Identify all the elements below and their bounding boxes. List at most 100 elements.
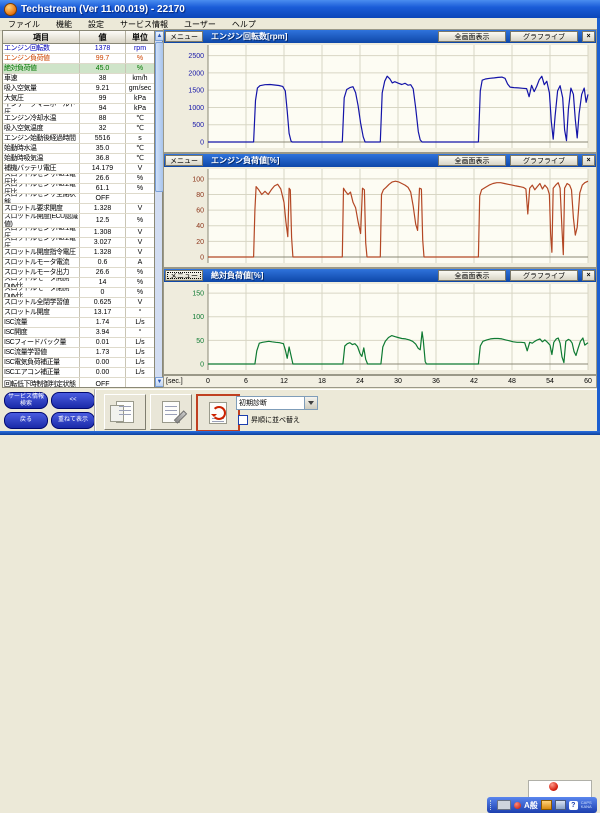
table-row[interactable]: 吸入空気温度32℃ [3, 124, 154, 134]
svg-text:20: 20 [196, 239, 204, 246]
table-row[interactable]: 始動時水温35.0℃ [3, 144, 154, 154]
close-icon[interactable]: × [582, 31, 595, 42]
table-row[interactable]: スロットルセンサ全閉状態OFF [3, 194, 154, 204]
item-unit: gm/sec [126, 84, 154, 93]
graphlive-button[interactable]: グラフライブ [510, 155, 578, 166]
table-row[interactable]: スロットルセンサNo.2電圧3.027V [3, 238, 154, 248]
table-row[interactable]: 車速38km/h [3, 74, 154, 84]
item-label: 大気圧 [3, 94, 80, 103]
menu-user[interactable]: ユーザー [176, 19, 224, 30]
chart-menu-button[interactable]: メニュー [165, 31, 203, 42]
table-row[interactable]: 大気圧99kPa [3, 94, 154, 104]
graphlive-button[interactable]: グラフライブ [510, 270, 578, 281]
item-unit: ° [126, 308, 154, 317]
item-value: 32 [80, 124, 126, 133]
table-row[interactable]: ISCエアコン補正量0.00L/s [3, 368, 154, 378]
item-label: インテークマニホールド圧 [3, 104, 80, 113]
table-row[interactable]: スロットル要求開度1.328V [3, 204, 154, 214]
menu-function[interactable]: 機能 [48, 19, 80, 30]
langbar-grip[interactable] [490, 800, 494, 810]
fullscreen-button[interactable]: 全画面表示 [438, 31, 506, 42]
table-row[interactable]: ISC流量学習値1.73L/s [3, 348, 154, 358]
table-row[interactable]: 補機バッテリ電圧14.179V [3, 164, 154, 174]
table-row[interactable]: ISCフィードバック量0.01L/s [3, 338, 154, 348]
edit-report-button[interactable] [150, 394, 192, 430]
table-row[interactable]: スロットル開度(ECU認識値)12.5% [3, 214, 154, 228]
toolbar-panel: 初期診断 昇順に並べ替え [94, 389, 597, 431]
table-row[interactable]: エンジン冷却水温88℃ [3, 114, 154, 124]
table-row[interactable]: ISC流量1.74L/s [3, 318, 154, 328]
overlay-display-button[interactable]: 重ねて表示 [51, 412, 95, 429]
table-row[interactable]: エンジン始動後経過時間5516s [3, 134, 154, 144]
fullscreen-button[interactable]: 全画面表示 [438, 270, 506, 281]
table-row[interactable]: スロットル開度13.17° [3, 308, 154, 318]
ime-tools-icon[interactable] [541, 800, 552, 810]
collapse-button[interactable]: << [51, 392, 95, 409]
diagnosis-mode-dropdown[interactable]: 初期診断 [236, 396, 318, 410]
item-unit [126, 378, 154, 387]
list-view-button[interactable] [104, 394, 146, 430]
item-label: スロットルモータ開側Duty比 [3, 278, 80, 287]
item-value: 0.00 [80, 358, 126, 367]
table-row[interactable]: エンジン負荷値99.7% [3, 54, 154, 64]
table-row[interactable]: インテークマニホールド圧94kPa [3, 104, 154, 114]
item-unit: kPa [126, 94, 154, 103]
table-row[interactable]: 吸入空気量9.21gm/sec [3, 84, 154, 94]
svg-text:80: 80 [196, 192, 204, 199]
table-row[interactable]: スロットルモータ出力26.6% [3, 268, 154, 278]
item-value: 0.625 [80, 298, 126, 307]
table-row[interactable]: スロットルモータ閉側Duty比0% [3, 288, 154, 298]
refresh-data-button[interactable] [196, 394, 240, 432]
item-unit: % [126, 174, 154, 183]
close-icon[interactable]: × [582, 270, 595, 281]
item-value: 38 [80, 74, 126, 83]
chevron-down-icon[interactable] [304, 397, 317, 409]
item-value: 36.8 [80, 154, 126, 163]
close-icon[interactable]: × [582, 155, 595, 166]
menu-file[interactable]: ファイル [0, 19, 48, 30]
axis-tick-label: 18 [313, 378, 331, 385]
title-bar[interactable]: Techstream (Ver 11.00.019) - 22170 [0, 0, 600, 18]
axis-tick-label: 24 [351, 378, 369, 385]
table-row[interactable]: スロットルモータ開側Duty比14% [3, 278, 154, 288]
service-info-search-button[interactable]: サービス情報検索 [4, 392, 48, 409]
table-row[interactable]: スロットル開度指令電圧1.328V [3, 248, 154, 258]
ime-mode-label[interactable]: A般 [524, 800, 538, 811]
back-button[interactable]: 戻る [4, 412, 48, 429]
graphlive-button[interactable]: グラフライブ [510, 31, 578, 42]
chart-menu-button[interactable]: メニュー [165, 270, 203, 281]
table-row[interactable]: スロットルモータ電流0.6A [3, 258, 154, 268]
sort-checkbox[interactable] [238, 415, 248, 425]
table-row[interactable]: 回転低下時制御判定状態OFF [3, 378, 154, 387]
item-unit: L/s [126, 338, 154, 347]
item-unit: ℃ [126, 144, 154, 153]
item-unit: L/s [126, 348, 154, 357]
item-value: 1.328 [80, 204, 126, 213]
item-value: 99 [80, 94, 126, 103]
menu-help[interactable]: ヘルプ [224, 19, 264, 30]
axis-tick-label: 12 [275, 378, 293, 385]
table-row[interactable]: スロットルセンサNo.1電圧比26.6% [3, 174, 154, 184]
fullscreen-button[interactable]: 全画面表示 [438, 155, 506, 166]
menu-service-info[interactable]: サービス情報 [112, 19, 176, 30]
table-row[interactable]: スロットルセンサNo.1電圧1.308V [3, 228, 154, 238]
table-row[interactable]: ISC電気負荷補正量0.00L/s [3, 358, 154, 368]
table-row[interactable]: スロットルセンサNo.2電圧比61.1% [3, 184, 154, 194]
ime-pad-icon[interactable] [555, 800, 566, 810]
menu-settings[interactable]: 設定 [80, 19, 112, 30]
table-row[interactable]: エンジン回転数1378rpm [3, 44, 154, 54]
keyboard-icon[interactable] [497, 800, 511, 810]
ime-language-bar[interactable]: A般 ? CAPSKANA [487, 797, 597, 813]
svg-text:2500: 2500 [188, 53, 204, 60]
table-row[interactable]: 絶対負荷値45.0% [3, 64, 154, 74]
item-label: スロットル開度指令電圧 [3, 248, 80, 257]
table-row[interactable]: スロットル全閉学習値0.625V [3, 298, 154, 308]
table-row[interactable]: ISC開度3.94° [3, 328, 154, 338]
chart-menu-button[interactable]: メニュー [165, 155, 203, 166]
item-label: スロットル全閉学習値 [3, 298, 80, 307]
ime-help-icon[interactable]: ? [569, 801, 578, 810]
axis-tick-label: 60 [579, 378, 597, 385]
chart-title: 絶対負荷値[%] [211, 270, 438, 281]
table-row[interactable]: 始動時吸気温36.8℃ [3, 154, 154, 164]
table-scrollbar[interactable]: ▲ ▼ [154, 31, 162, 387]
